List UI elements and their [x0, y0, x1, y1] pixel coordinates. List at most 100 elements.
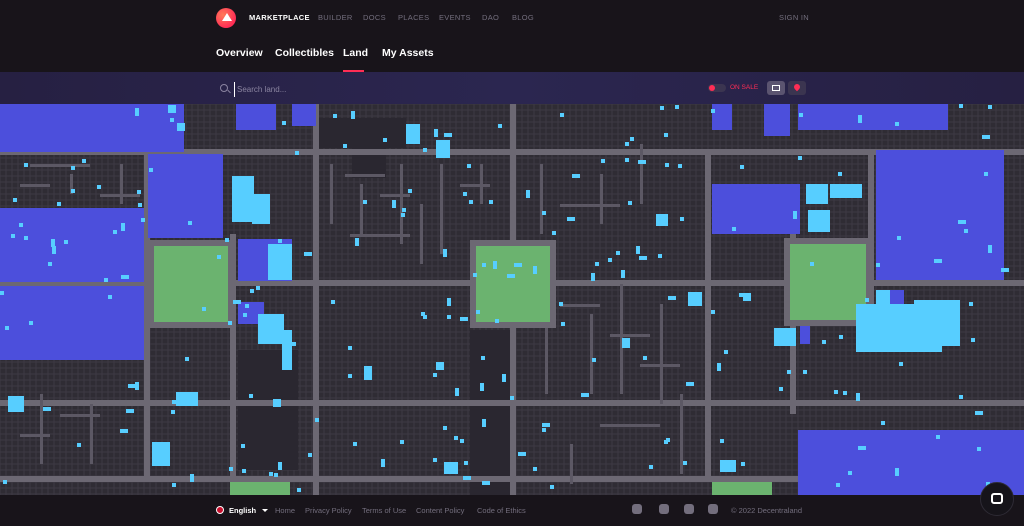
on-sale-parcel[interactable] — [315, 418, 319, 422]
on-sale-parcel[interactable] — [436, 362, 444, 370]
decentraland-logo-icon[interactable] — [216, 8, 236, 28]
on-sale-parcel[interactable] — [48, 262, 52, 266]
on-sale-parcel[interactable] — [447, 315, 451, 319]
on-sale-parcel[interactable] — [444, 133, 452, 137]
on-sale-parcel[interactable] — [348, 374, 352, 378]
on-sale-parcel[interactable] — [493, 261, 497, 269]
maze-road[interactable] — [350, 234, 410, 237]
twitter-icon[interactable] — [708, 504, 718, 514]
on-sale-parcel[interactable] — [581, 393, 589, 397]
on-sale-parcel[interactable] — [591, 273, 595, 281]
on-sale-parcel[interactable] — [138, 203, 142, 207]
on-sale-parcel[interactable] — [256, 286, 260, 290]
on-sale-parcel[interactable] — [542, 211, 546, 215]
on-sale-parcel[interactable] — [711, 109, 715, 113]
on-sale-parcel[interactable] — [542, 423, 550, 427]
on-sale-parcel[interactable] — [739, 293, 743, 297]
on-sale-parcel[interactable] — [52, 246, 56, 254]
maze-road[interactable] — [40, 394, 43, 464]
on-sale-parcel[interactable] — [245, 304, 249, 308]
on-sale-parcel[interactable] — [592, 358, 596, 362]
on-sale-parcel[interactable] — [526, 190, 530, 198]
on-sale-parcel[interactable] — [282, 330, 292, 370]
on-sale-parcel[interactable] — [406, 124, 420, 144]
on-sale-parcel[interactable] — [19, 223, 23, 227]
nav-places[interactable]: PLACES — [398, 13, 429, 22]
maze-road[interactable] — [480, 164, 483, 204]
maze-road[interactable] — [560, 304, 600, 307]
on-sale-parcel[interactable] — [936, 435, 940, 439]
on-sale-parcel[interactable] — [278, 462, 282, 470]
on-sale-parcel[interactable] — [649, 465, 653, 469]
on-sale-parcel[interactable] — [135, 382, 139, 390]
district[interactable] — [236, 104, 276, 130]
district[interactable] — [764, 104, 790, 136]
on-sale-parcel[interactable] — [351, 111, 355, 119]
on-sale-parcel[interactable] — [969, 302, 973, 306]
maze-road[interactable] — [640, 144, 643, 204]
on-sale-parcel[interactable] — [495, 319, 499, 323]
reddit-icon[interactable] — [659, 504, 669, 514]
on-sale-parcel[interactable] — [660, 106, 664, 110]
on-sale-parcel[interactable] — [469, 200, 473, 204]
on-sale-parcel[interactable] — [971, 338, 975, 342]
on-sale-parcel[interactable] — [572, 174, 580, 178]
on-sale-parcel[interactable] — [24, 236, 28, 240]
on-sale-parcel[interactable] — [190, 474, 194, 482]
estate[interactable] — [470, 330, 514, 495]
genesis-plaza[interactable] — [790, 244, 866, 320]
on-sale-parcel[interactable] — [229, 467, 233, 471]
on-sale-parcel[interactable] — [865, 298, 869, 302]
maze-road[interactable] — [100, 194, 140, 197]
on-sale-parcel[interactable] — [177, 123, 185, 131]
maze-road[interactable] — [560, 204, 620, 207]
on-sale-parcel[interactable] — [467, 164, 471, 168]
on-sale-parcel[interactable] — [834, 390, 838, 394]
genesis-plaza[interactable] — [230, 482, 290, 495]
tab-land[interactable]: Land — [343, 47, 368, 59]
on-sale-parcel[interactable] — [71, 189, 75, 193]
on-sale-parcel[interactable] — [476, 310, 480, 314]
footer-link-terms-of-use[interactable]: Terms of Use — [362, 506, 406, 515]
on-sale-parcel[interactable] — [408, 189, 412, 193]
on-sale-parcel[interactable] — [743, 293, 751, 301]
support-chat-button[interactable] — [980, 482, 1014, 516]
on-sale-parcel[interactable] — [870, 323, 874, 327]
on-sale-parcel[interactable] — [975, 411, 983, 415]
on-sale-parcel[interactable] — [518, 452, 526, 456]
on-sale-parcel[interactable] — [171, 410, 175, 414]
maze-road[interactable] — [330, 164, 333, 224]
on-sale-parcel[interactable] — [482, 263, 486, 267]
on-sale-parcel[interactable] — [433, 373, 437, 377]
on-sale-parcel[interactable] — [984, 172, 988, 176]
on-sale-parcel[interactable] — [858, 115, 862, 123]
on-sale-parcel[interactable] — [988, 105, 992, 109]
on-sale-parcel[interactable] — [113, 230, 117, 234]
on-sale-parcel[interactable] — [460, 317, 468, 321]
on-sale-parcel[interactable] — [498, 124, 502, 128]
on-sale-parcel[interactable] — [856, 393, 860, 401]
on-sale-parcel[interactable] — [304, 252, 312, 256]
on-sale-parcel[interactable] — [858, 446, 866, 450]
district[interactable] — [0, 208, 144, 282]
on-sale-parcel[interactable] — [876, 290, 890, 304]
on-sale-parcel[interactable] — [364, 366, 372, 380]
on-sale-parcel[interactable] — [29, 321, 33, 325]
on-sale-parcel[interactable] — [57, 202, 61, 206]
maze-road[interactable] — [590, 314, 593, 394]
district[interactable] — [0, 104, 184, 152]
maze-road[interactable] — [345, 174, 385, 177]
maze-road[interactable] — [610, 334, 650, 337]
grid-view-button[interactable] — [767, 81, 785, 95]
on-sale-parcel[interactable] — [717, 363, 721, 371]
on-sale-parcel[interactable] — [121, 223, 125, 231]
on-sale-parcel[interactable] — [774, 328, 796, 346]
on-sale-parcel[interactable] — [11, 234, 15, 238]
on-sale-parcel[interactable] — [630, 137, 634, 141]
on-sale-parcel[interactable] — [444, 462, 458, 474]
on-sale-parcel[interactable] — [480, 383, 484, 391]
on-sale-parcel[interactable] — [808, 210, 830, 232]
on-sale-parcel[interactable] — [806, 184, 828, 204]
on-sale-parcel[interactable] — [421, 312, 425, 316]
on-sale-parcel[interactable] — [353, 442, 357, 446]
